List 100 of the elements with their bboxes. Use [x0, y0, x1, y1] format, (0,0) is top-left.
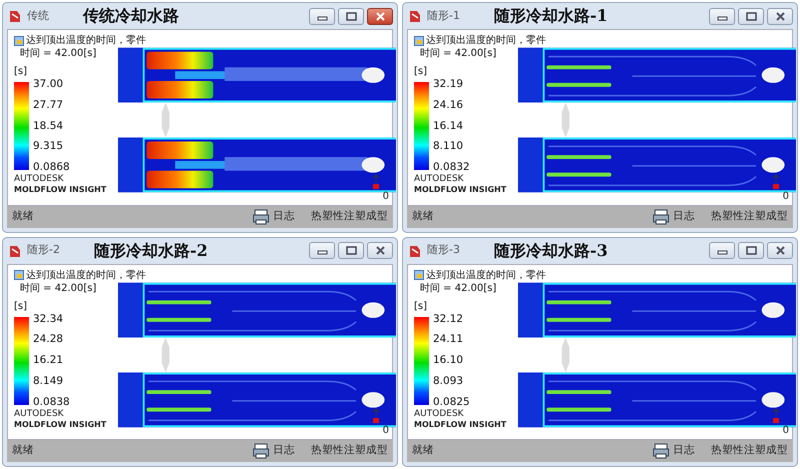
- axis-value: 0: [782, 424, 789, 438]
- maximize-button[interactable]: [738, 8, 764, 24]
- product-logo-text: MOLDFLOW INSIGHT: [414, 418, 506, 430]
- caption-text: 随形冷却水路-3: [494, 240, 608, 262]
- toolbar-icon[interactable]: [414, 270, 424, 280]
- app-icon: [407, 244, 421, 258]
- log-label[interactable]: 日志: [273, 443, 295, 459]
- window-title: 传统: [27, 8, 49, 24]
- close-button[interactable]: [367, 8, 393, 24]
- scale-value: 0.0868: [33, 161, 70, 174]
- toolbar-icon[interactable]: [14, 270, 24, 280]
- window-title: 随形-3: [427, 242, 460, 258]
- status-text: 就绪: [412, 208, 434, 224]
- maximize-button[interactable]: [738, 242, 764, 259]
- status-text: 就绪: [12, 443, 34, 458]
- scale-value: 16.14: [433, 120, 464, 132]
- brand-text: AUTODESK: [14, 174, 64, 184]
- maximize-icon: [346, 246, 356, 255]
- maximize-icon: [746, 246, 756, 255]
- time-label: 时间 = 42.00[s]: [419, 282, 498, 294]
- window-title: 随形-1: [427, 8, 460, 24]
- unit-label: [s]: [414, 65, 428, 78]
- scale-value: 0.0825: [433, 396, 470, 408]
- status-text: 就绪: [412, 443, 434, 458]
- log-label[interactable]: 日志: [673, 208, 695, 224]
- caption-text: 随形冷却水路-1: [494, 5, 608, 27]
- window-title: 随形-2: [27, 242, 60, 258]
- minimize-button[interactable]: [709, 8, 735, 24]
- scale-value: 16.21: [33, 354, 64, 367]
- app-icon: [407, 9, 421, 23]
- minimize-button[interactable]: [309, 8, 335, 24]
- close-icon: [374, 12, 386, 20]
- scale-value: 9.315: [33, 140, 64, 154]
- status-text: 就绪: [12, 208, 34, 224]
- brand-text: AUTODESK: [414, 174, 464, 184]
- mode-text: 热塑性注塑成型: [711, 443, 788, 458]
- scale-value: 32.12: [433, 312, 464, 326]
- axis-triad-icon: [772, 174, 780, 188]
- scale-value: 27.77: [33, 98, 64, 112]
- maximize-button[interactable]: [338, 242, 364, 259]
- axis-triad-icon: [772, 408, 780, 423]
- mode-text: 热塑性注塑成型: [711, 208, 788, 224]
- axis-value: 0: [382, 190, 389, 204]
- unit-label: [s]: [14, 65, 28, 78]
- close-icon: [774, 12, 786, 20]
- log-icon[interactable]: [253, 208, 269, 224]
- log-icon[interactable]: [653, 443, 669, 459]
- axis-triad-icon: [372, 174, 380, 188]
- log-icon[interactable]: [653, 208, 669, 224]
- result-title: 达到顶出温度的时间，零件: [26, 34, 146, 47]
- unit-label: [s]: [414, 300, 428, 312]
- product-logo-text: MOLDFLOW INSIGHT: [14, 184, 106, 195]
- scale-value: 32.19: [433, 78, 464, 91]
- axis-triad-icon: [372, 408, 380, 423]
- scale-value: 32.34: [33, 312, 64, 326]
- app-icon: [7, 244, 21, 258]
- unit-label: [s]: [14, 300, 28, 312]
- scale-value: 37.00: [33, 78, 64, 91]
- scale-value: 24.11: [433, 333, 464, 346]
- toolbar-icon[interactable]: [414, 36, 424, 46]
- result-title: 达到顶出温度的时间，零件: [426, 268, 546, 282]
- close-button[interactable]: [767, 242, 793, 259]
- caption-text: 传统冷却水路: [83, 5, 179, 27]
- brand-text: AUTODESK: [14, 408, 64, 418]
- toolbar-icon[interactable]: [14, 36, 24, 46]
- scale-value: 8.093: [433, 374, 464, 388]
- product-logo-text: MOLDFLOW INSIGHT: [414, 184, 506, 195]
- close-icon: [774, 246, 786, 255]
- product-logo-text: MOLDFLOW INSIGHT: [14, 418, 106, 430]
- time-label: 时间 = 42.00[s]: [419, 47, 498, 60]
- time-label: 时间 = 42.00[s]: [19, 47, 98, 60]
- maximize-icon: [346, 12, 356, 20]
- minimize-button[interactable]: [309, 242, 335, 259]
- time-label: 时间 = 42.00[s]: [19, 282, 98, 294]
- caption-text: 随形冷却水路-2: [94, 240, 208, 262]
- brand-text: AUTODESK: [414, 408, 464, 418]
- maximize-button[interactable]: [338, 8, 364, 24]
- mode-text: 热塑性注塑成型: [311, 443, 388, 458]
- close-icon: [374, 246, 386, 255]
- log-label[interactable]: 日志: [273, 208, 295, 224]
- result-title: 达到顶出温度的时间，零件: [426, 34, 546, 47]
- scale-value: 16.10: [433, 354, 464, 367]
- result-title: 达到顶出温度的时间，零件: [26, 268, 146, 282]
- maximize-icon: [746, 12, 756, 20]
- close-button[interactable]: [767, 8, 793, 24]
- scale-value: 8.149: [33, 374, 64, 388]
- scale-value: 8.110: [433, 140, 464, 154]
- scale-value: 0.0838: [33, 396, 70, 408]
- axis-value: 0: [782, 190, 789, 204]
- close-button[interactable]: [367, 242, 393, 259]
- scale-value: 24.16: [433, 98, 464, 112]
- mode-text: 热塑性注塑成型: [311, 208, 388, 224]
- scale-value: 18.54: [33, 120, 64, 132]
- log-label[interactable]: 日志: [673, 443, 695, 459]
- minimize-button[interactable]: [709, 242, 735, 259]
- axis-value: 0: [382, 424, 389, 438]
- app-icon: [7, 9, 21, 23]
- scale-value: 0.0832: [433, 161, 470, 174]
- log-icon[interactable]: [253, 443, 269, 459]
- scale-value: 24.28: [33, 333, 64, 346]
